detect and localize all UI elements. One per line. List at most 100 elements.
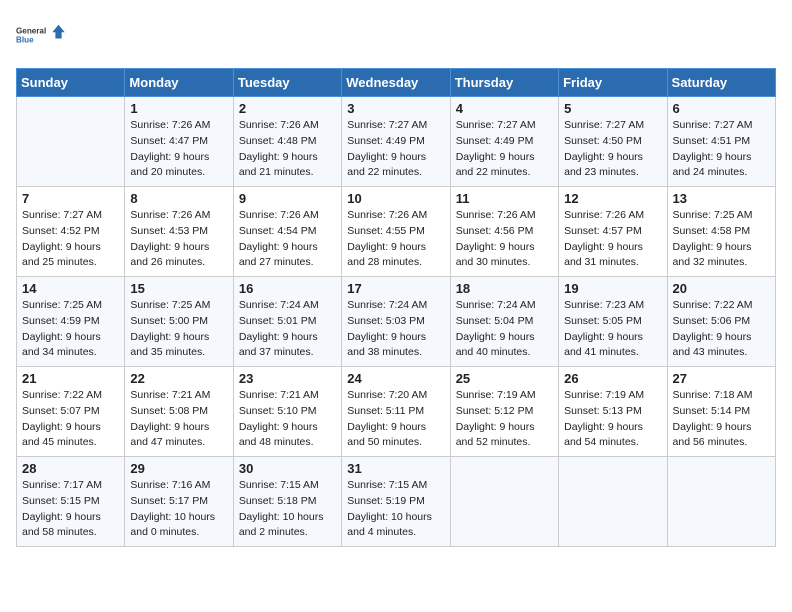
daylight-text: Daylight: 10 hours and 4 minutes. <box>347 510 444 542</box>
day-detail: Sunrise: 7:27 AMSunset: 4:49 PMDaylight:… <box>456 118 553 181</box>
day-detail: Sunrise: 7:22 AMSunset: 5:06 PMDaylight:… <box>673 298 770 361</box>
calendar-cell: 28 Sunrise: 7:17 AMSunset: 5:15 PMDayligh… <box>17 457 125 547</box>
calendar-cell: 14Sunrise: 7:25 AMSunset: 4:59 PMDayligh… <box>17 277 125 367</box>
daylight-text: Daylight: 9 hours and 20 minutes. <box>130 150 227 182</box>
daylight-text: Daylight: 9 hours and 45 minutes. <box>22 420 119 452</box>
daylight-text: Daylight: 9 hours and 24 minutes. <box>673 150 770 182</box>
day-number: 9 <box>239 191 336 206</box>
sunset-text: Sunset: 4:53 PM <box>130 224 227 240</box>
sunset-text: Sunset: 5:18 PM <box>239 494 336 510</box>
day-number: 27 <box>673 371 770 386</box>
daylight-text: Daylight: 9 hours and 38 minutes. <box>347 330 444 362</box>
sunrise-text: Sunrise: 7:19 AM <box>564 388 661 404</box>
daylight-text: Daylight: 9 hours and 48 minutes. <box>239 420 336 452</box>
calendar-cell: 29Sunrise: 7:16 AMSunset: 5:17 PMDayligh… <box>125 457 233 547</box>
day-detail: Sunrise: 7:26 AMSunset: 4:53 PMDaylight:… <box>130 208 227 271</box>
sunrise-text: Sunrise: 7:26 AM <box>456 208 553 224</box>
calendar-cell: 1Sunrise: 7:26 AMSunset: 4:47 PMDaylight… <box>125 97 233 187</box>
sunset-text: Sunset: 5:10 PM <box>239 404 336 420</box>
daylight-text: Daylight: 9 hours and 28 minutes. <box>347 240 444 272</box>
day-number: 23 <box>239 371 336 386</box>
day-number: 31 <box>347 461 444 476</box>
day-detail: Sunrise: 7:24 AMSunset: 5:03 PMDaylight:… <box>347 298 444 361</box>
sunrise-text: Sunrise: 7:22 AM <box>673 298 770 314</box>
sunrise-text: Sunrise: 7:26 AM <box>347 208 444 224</box>
sunset-text: Sunset: 4:51 PM <box>673 134 770 150</box>
calendar-cell: 24Sunrise: 7:20 AMSunset: 5:11 PMDayligh… <box>342 367 450 457</box>
sunset-text: Sunset: 5:05 PM <box>564 314 661 330</box>
day-number: 7 <box>22 191 119 206</box>
calendar-cell: 27 Sunrise: 7:18 AMSunset: 5:14 PMDayligh… <box>667 367 775 457</box>
sunset-text: Sunset: 4:49 PM <box>347 134 444 150</box>
daylight-text: Daylight: 9 hours and 35 minutes. <box>130 330 227 362</box>
daylight-text: Daylight: 9 hours and 32 minutes. <box>673 240 770 272</box>
day-number: 11 <box>456 191 553 206</box>
svg-text:General: General <box>16 27 46 36</box>
daylight-text: Daylight: 9 hours and 31 minutes. <box>564 240 661 272</box>
daylight-text: Daylight: 9 hours and 34 minutes. <box>22 330 119 362</box>
day-number: 17 <box>347 281 444 296</box>
day-detail: Sunrise: 7:19 AMSunset: 5:13 PMDaylight:… <box>564 388 661 451</box>
daylight-text: Daylight: 9 hours and 26 minutes. <box>130 240 227 272</box>
day-detail: Sunrise: 7:23 AMSunset: 5:05 PMDaylight:… <box>564 298 661 361</box>
day-detail: Sunrise: 7:26 AMSunset: 4:54 PMDaylight:… <box>239 208 336 271</box>
calendar-cell: 9 Sunrise: 7:26 AMSunset: 4:54 PMDaylight… <box>233 187 341 277</box>
sunrise-text: Sunrise: 7:24 AM <box>239 298 336 314</box>
calendar-cell <box>667 457 775 547</box>
sunset-text: Sunset: 5:12 PM <box>456 404 553 420</box>
day-detail: Sunrise: 7:17 AMSunset: 5:15 PMDaylight:… <box>22 478 119 541</box>
sunset-text: Sunset: 5:19 PM <box>347 494 444 510</box>
calendar-cell: 20Sunrise: 7:22 AMSunset: 5:06 PMDayligh… <box>667 277 775 367</box>
day-number: 19 <box>564 281 661 296</box>
calendar-cell: 23 Sunrise: 7:21 AMSunset: 5:10 PMDayligh… <box>233 367 341 457</box>
day-number: 1 <box>130 101 227 116</box>
sunrise-text: Sunrise: 7:17 AM <box>22 478 119 494</box>
sunset-text: Sunset: 5:14 PM <box>673 404 770 420</box>
calendar-cell: 11 Sunrise: 7:26 AMSunset: 4:56 PMDayligh… <box>450 187 558 277</box>
daylight-text: Daylight: 9 hours and 30 minutes. <box>456 240 553 272</box>
sunset-text: Sunset: 4:56 PM <box>456 224 553 240</box>
day-number: 12 <box>564 191 661 206</box>
calendar-cell <box>559 457 667 547</box>
calendar-cell: 17 Sunrise: 7:24 AMSunset: 5:03 PMDayligh… <box>342 277 450 367</box>
daylight-text: Daylight: 10 hours and 0 minutes. <box>130 510 227 542</box>
sunrise-text: Sunrise: 7:27 AM <box>564 118 661 134</box>
header-monday: Monday <box>125 69 233 97</box>
day-number: 10 <box>347 191 444 206</box>
sunset-text: Sunset: 5:17 PM <box>130 494 227 510</box>
daylight-text: Daylight: 9 hours and 47 minutes. <box>130 420 227 452</box>
calendar-cell: 21Sunrise: 7:22 AMSunset: 5:07 PMDayligh… <box>17 367 125 457</box>
sunrise-text: Sunrise: 7:19 AM <box>456 388 553 404</box>
day-number: 18 <box>456 281 553 296</box>
calendar-cell: 8Sunrise: 7:26 AMSunset: 4:53 PMDaylight… <box>125 187 233 277</box>
daylight-text: Daylight: 9 hours and 50 minutes. <box>347 420 444 452</box>
daylight-text: Daylight: 9 hours and 21 minutes. <box>239 150 336 182</box>
week-row-2: 7Sunrise: 7:27 AMSunset: 4:52 PMDaylight… <box>17 187 776 277</box>
day-number: 14 <box>22 281 119 296</box>
calendar-cell: 6Sunrise: 7:27 AMSunset: 4:51 PMDaylight… <box>667 97 775 187</box>
header-thursday: Thursday <box>450 69 558 97</box>
week-row-3: 14Sunrise: 7:25 AMSunset: 4:59 PMDayligh… <box>17 277 776 367</box>
sunrise-text: Sunrise: 7:26 AM <box>239 118 336 134</box>
day-detail: Sunrise: 7:18 AMSunset: 5:14 PMDaylight:… <box>673 388 770 451</box>
sunset-text: Sunset: 5:13 PM <box>564 404 661 420</box>
sunset-text: Sunset: 4:52 PM <box>22 224 119 240</box>
sunrise-text: Sunrise: 7:27 AM <box>456 118 553 134</box>
day-number: 28 <box>22 461 119 476</box>
sunset-text: Sunset: 4:50 PM <box>564 134 661 150</box>
day-detail: Sunrise: 7:21 AMSunset: 5:08 PMDaylight:… <box>130 388 227 451</box>
calendar-cell <box>17 97 125 187</box>
daylight-text: Daylight: 9 hours and 22 minutes. <box>456 150 553 182</box>
sunset-text: Sunset: 4:47 PM <box>130 134 227 150</box>
day-detail: Sunrise: 7:21 AMSunset: 5:10 PMDaylight:… <box>239 388 336 451</box>
calendar-table: SundayMondayTuesdayWednesdayThursdayFrid… <box>16 68 776 547</box>
sunrise-text: Sunrise: 7:25 AM <box>22 298 119 314</box>
sunrise-text: Sunrise: 7:18 AM <box>673 388 770 404</box>
sunrise-text: Sunrise: 7:24 AM <box>347 298 444 314</box>
daylight-text: Daylight: 9 hours and 58 minutes. <box>22 510 119 542</box>
calendar-cell: 31Sunrise: 7:15 AMSunset: 5:19 PMDayligh… <box>342 457 450 547</box>
day-number: 13 <box>673 191 770 206</box>
sunrise-text: Sunrise: 7:22 AM <box>22 388 119 404</box>
day-number: 15 <box>130 281 227 296</box>
sunrise-text: Sunrise: 7:26 AM <box>130 208 227 224</box>
